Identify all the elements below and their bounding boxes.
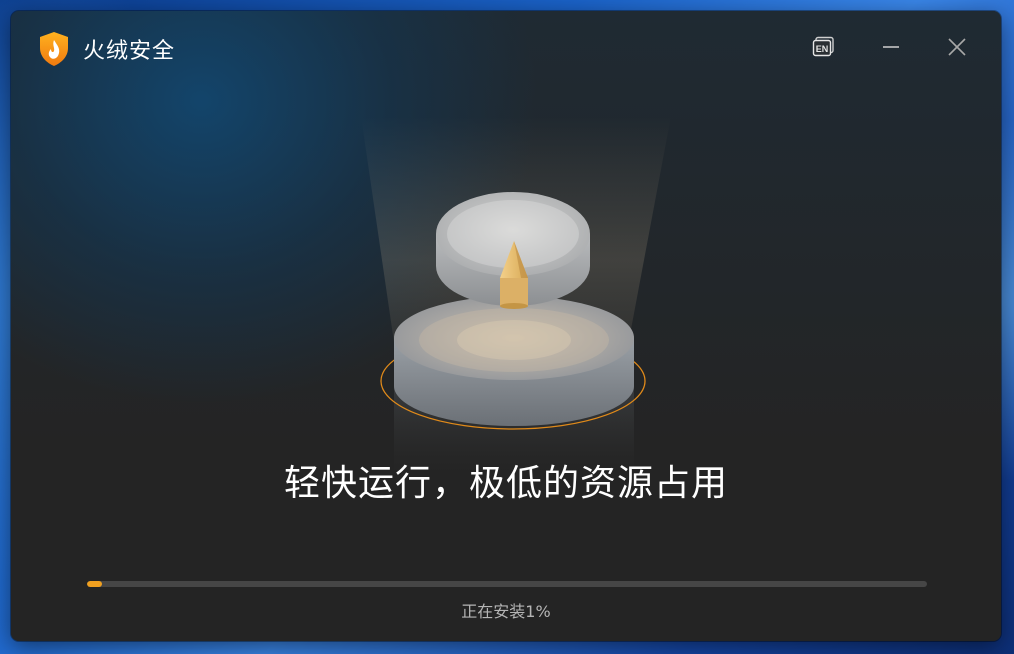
- title-bar[interactable]: 火绒安全 EN: [11, 11, 1001, 83]
- app-title: 火绒安全: [83, 39, 176, 64]
- close-button[interactable]: [943, 33, 971, 61]
- lightweight-illustration: [361, 116, 671, 476]
- close-icon: [948, 38, 966, 56]
- install-progress-text: 正在安装1%: [461, 602, 551, 621]
- language-switch-button[interactable]: EN: [810, 33, 838, 61]
- installer-window: 火绒安全 EN 轻快运行，极低的资源占用 正在安装1%: [11, 11, 1001, 641]
- install-progress-bar: [87, 581, 927, 587]
- feature-slogan: 轻快运行，极低的资源占用: [283, 463, 728, 504]
- install-progress-fill: [87, 581, 102, 587]
- minimize-button[interactable]: [877, 33, 905, 61]
- huorong-logo-icon: [40, 32, 68, 66]
- minimize-icon: [883, 46, 899, 48]
- language-en-icon: EN: [812, 36, 834, 57]
- language-button-label: EN: [816, 44, 829, 54]
